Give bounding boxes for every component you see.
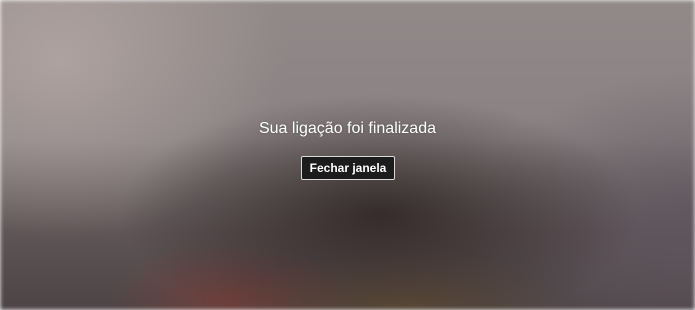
close-window-button[interactable]: Fechar janela <box>301 156 395 180</box>
call-ended-panel: Sua ligação foi finalizada Fechar janela <box>0 0 695 310</box>
call-ended-message: Sua ligação foi finalizada <box>258 120 436 137</box>
